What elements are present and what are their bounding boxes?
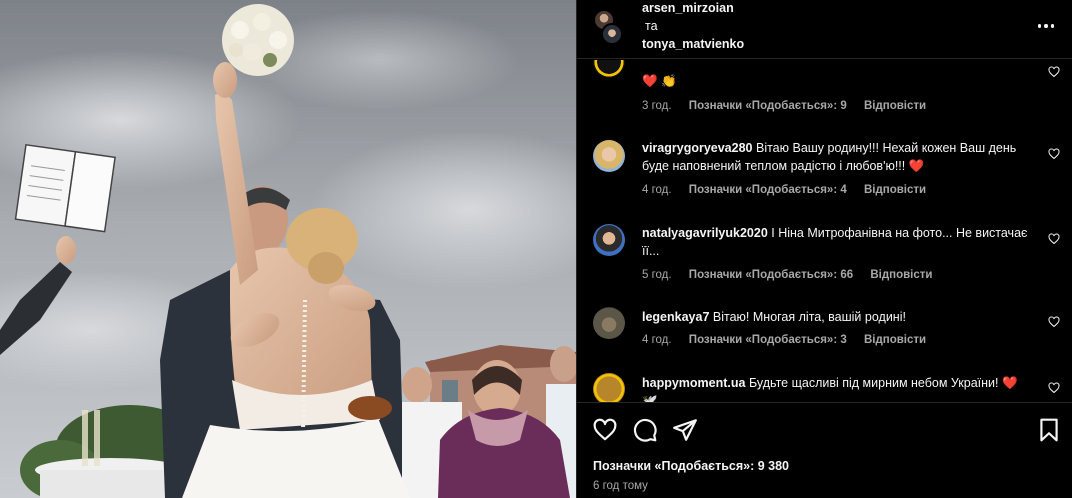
comment-content: Вітаю! Многая літа, вашій родині! [712, 310, 906, 324]
comment-likes[interactable]: Позначки «Подобається»: 66 [689, 269, 853, 281]
author-avatars[interactable] [593, 9, 623, 45]
post-details-panel: arsen_mirzoian та tonya_matvienko ❤️ 👏 3… [577, 0, 1072, 498]
comment-likes[interactable]: Позначки «Подобається»: 4 [689, 184, 847, 196]
comment-content: ❤️ 👏 [642, 74, 677, 88]
comment-icon[interactable] [632, 417, 658, 443]
comments-list[interactable]: ❤️ 👏 3 год. Позначки «Подобається»: 9 Ві… [577, 60, 1072, 402]
comment-time[interactable]: 5 год. [642, 269, 672, 281]
comment-text: ❤️ 👏 [642, 72, 1032, 90]
comment-likes[interactable]: Позначки «Подобається»: 9 [689, 100, 847, 112]
coauthor-username[interactable]: tonya_matvienko [642, 37, 744, 51]
comment-username[interactable]: legenkaya7 [642, 310, 709, 324]
coauthor-avatar[interactable] [601, 23, 623, 45]
comment-text: natalyagavrilyuk2020 І Ніна Митрофанівна… [642, 224, 1032, 260]
heart-icon[interactable] [1048, 66, 1060, 78]
comment-text: happymoment.ua Будьте щасливі під мирним… [642, 374, 1032, 402]
commenter-avatar[interactable] [593, 373, 625, 402]
post-likes-count[interactable]: Позначки «Подобається»: 9 380 [593, 459, 789, 473]
heart-icon[interactable] [1048, 382, 1060, 394]
comment-time[interactable]: 3 год. [642, 100, 672, 112]
bookmark-icon[interactable] [1036, 417, 1062, 443]
commenter-avatar[interactable] [593, 60, 625, 78]
share-icon[interactable] [672, 417, 698, 443]
heart-icon[interactable] [1048, 316, 1060, 328]
comment-username[interactable]: happymoment.ua [642, 376, 746, 390]
post-actions: Позначки «Подобається»: 9 380 6 год тому [577, 402, 1072, 498]
author-username[interactable]: arsen_mirzoian [642, 1, 734, 15]
author-connector: та [645, 19, 658, 33]
post-timestamp[interactable]: 6 год тому [593, 480, 648, 492]
wedding-photo-illustration [0, 0, 576, 498]
commenter-avatar[interactable] [593, 224, 625, 256]
heart-icon[interactable] [592, 417, 618, 443]
comment-meta: 4 год. Позначки «Подобається»: 3 Відпові… [642, 334, 940, 346]
more-icon [1037, 24, 1055, 28]
comment-meta: 3 год. Позначки «Подобається»: 9 Відпові… [642, 100, 940, 112]
comment-meta: 4 год. Позначки «Подобається»: 4 Відпові… [642, 184, 940, 196]
comment-time[interactable]: 4 год. [642, 184, 672, 196]
comment-text: legenkaya7 Вітаю! Многая літа, вашій род… [642, 308, 1032, 326]
comment-meta: 5 год. Позначки «Подобається»: 66 Відпов… [642, 269, 946, 281]
comment-text: viragrygoryeva280 Вітаю Вашу родину!!! Н… [642, 139, 1032, 175]
commenter-avatar[interactable] [593, 307, 625, 339]
reply-button[interactable]: Відповісти [864, 100, 926, 112]
more-options-button[interactable] [1034, 17, 1058, 35]
reply-button[interactable]: Відповісти [870, 269, 932, 281]
heart-icon[interactable] [1048, 148, 1060, 160]
comment-time[interactable]: 4 год. [642, 334, 672, 346]
heart-icon[interactable] [1048, 233, 1060, 245]
post-photo[interactable] [0, 0, 576, 498]
commenter-avatar[interactable] [593, 140, 625, 172]
reply-button[interactable]: Відповісти [864, 334, 926, 346]
comment-username[interactable]: viragrygoryeva280 [642, 141, 753, 155]
comment-likes[interactable]: Позначки «Подобається»: 3 [689, 334, 847, 346]
comment-username[interactable]: natalyagavrilyuk2020 [642, 226, 768, 240]
post-header: arsen_mirzoian та tonya_matvienko [577, 0, 1072, 59]
reply-button[interactable]: Відповісти [864, 184, 926, 196]
